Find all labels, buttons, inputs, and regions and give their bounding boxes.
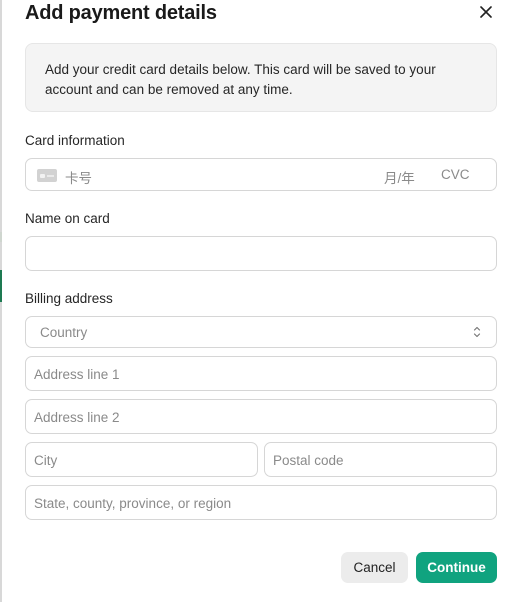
address-line1-input[interactable]: Address line 1 (25, 356, 497, 391)
card-expiry-input[interactable]: 月/年 (384, 167, 415, 187)
billing-address-label: Billing address (25, 291, 113, 306)
info-text: Add your credit card details below. This… (45, 62, 436, 97)
country-select[interactable]: Country (25, 316, 497, 348)
postal-code-input[interactable]: Postal code (264, 442, 497, 477)
continue-button[interactable]: Continue (416, 552, 497, 583)
region-input[interactable]: State, county, province, or region (25, 485, 497, 520)
city-input[interactable]: City (25, 442, 258, 477)
card-information-label: Card information (25, 133, 125, 148)
background-fragment-green (0, 270, 2, 302)
name-on-card-input[interactable] (25, 236, 497, 271)
country-placeholder: Country (40, 325, 88, 340)
address-line2-input[interactable]: Address line 2 (25, 399, 497, 434)
card-information-field: 卡号 月/年 CVC (25, 158, 497, 191)
cancel-button[interactable]: Cancel (341, 552, 408, 583)
city-placeholder: City (34, 453, 58, 468)
card-number-input[interactable]: 卡号 (65, 167, 92, 187)
chevron-up-down-icon (473, 326, 481, 338)
info-box: Add your credit card details below. This… (25, 43, 497, 112)
credit-card-icon (37, 169, 57, 182)
address-line2-placeholder: Address line 2 (34, 410, 120, 425)
address-line1-placeholder: Address line 1 (34, 367, 120, 382)
postal-code-placeholder: Postal code (273, 453, 344, 468)
close-button[interactable] (475, 1, 497, 23)
region-placeholder: State, county, province, or region (34, 496, 232, 511)
background-fragment (0, 232, 2, 242)
name-on-card-label: Name on card (25, 211, 110, 226)
dialog-title: Add payment details (25, 2, 217, 24)
card-cvc-input[interactable]: CVC (441, 167, 470, 182)
close-icon (480, 6, 492, 18)
